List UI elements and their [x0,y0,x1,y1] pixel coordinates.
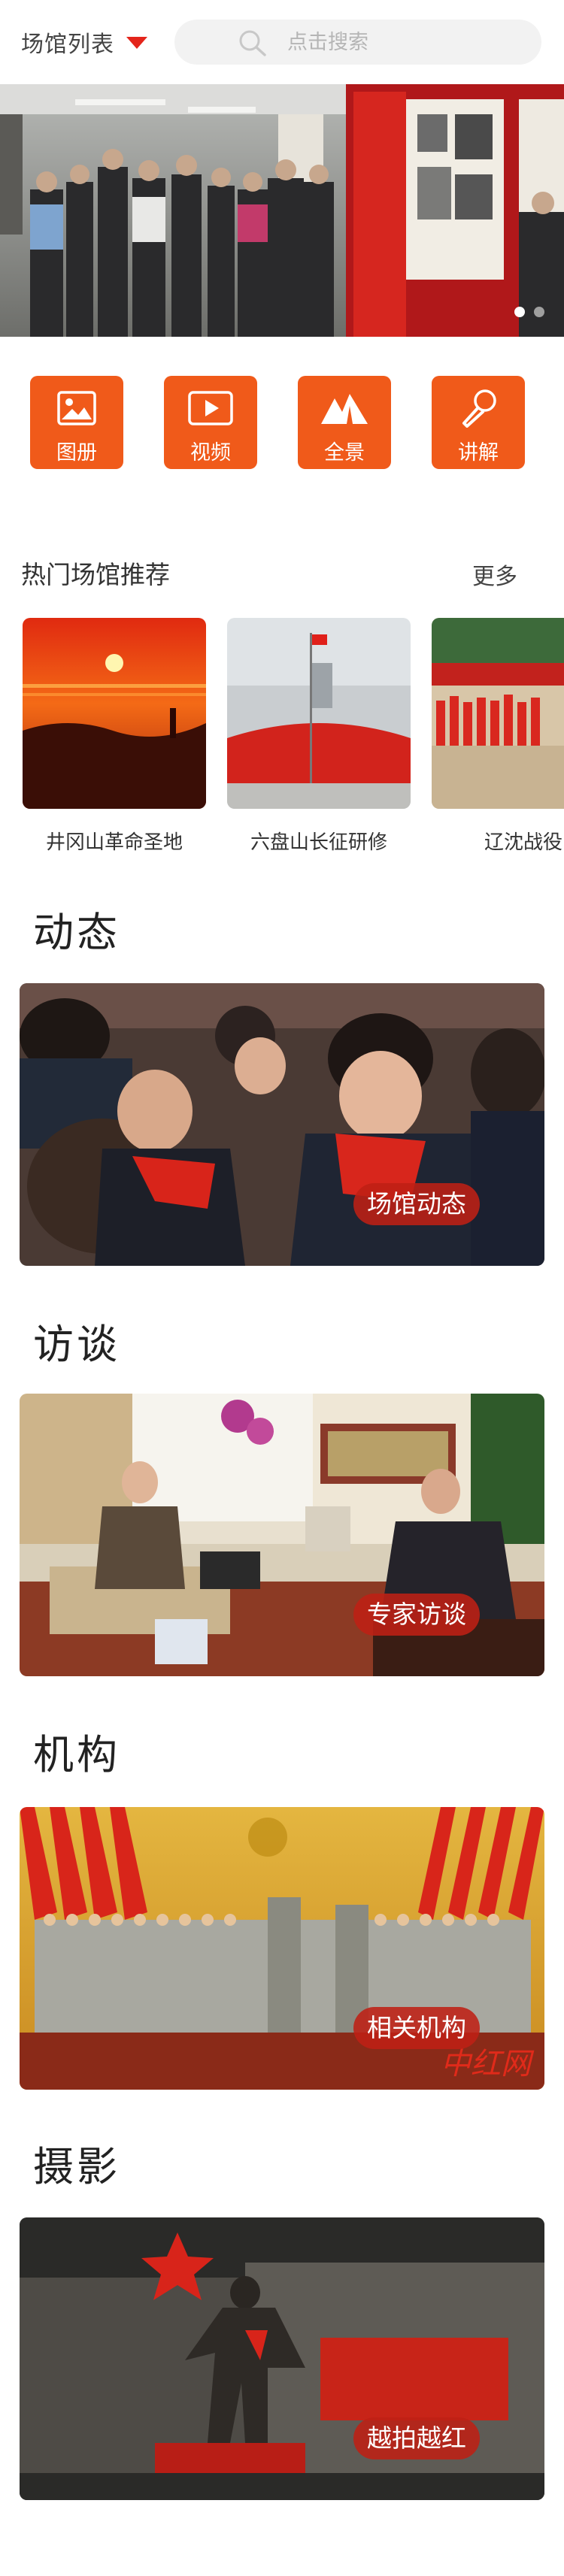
photo-icon [57,391,96,425]
venue-name: 辽沈战役 [484,831,562,853]
mountain-panorama-icon [321,394,368,424]
venue-name: 井冈山革命圣地 [45,831,183,853]
banner-carousel[interactable] [0,84,564,337]
carousel-dot[interactable] [514,307,525,317]
banner-image [0,84,564,337]
institutions-card[interactable]: 中红网 相关机构 [20,1807,544,2090]
caret-down-icon [126,37,147,49]
venue-card[interactable]: 六盘山长征研修 [227,618,411,853]
venue-card[interactable]: 井冈山革命圣地 [23,618,206,853]
quicknav-label: 讲解 [458,441,499,464]
carousel-indicator [514,307,544,317]
photography-tag: 越拍越红 [353,2417,480,2459]
hot-venues-carousel[interactable]: 井冈山革命圣地 六盘山长征研修 辽沈战役 [0,618,564,858]
venue-list-label: 场馆列表 [21,32,114,57]
microphone-icon [462,389,496,428]
category-title-news: 动态 [33,910,120,955]
quicknav-guide-button[interactable]: 讲解 [432,376,525,469]
institutions-tag: 相关机构 [353,2007,480,2049]
quicknav-video-button[interactable]: 视频 [164,376,257,469]
quicknav-label: 视频 [190,441,231,464]
news-tag: 场馆动态 [353,1183,480,1225]
venue-list-dropdown[interactable]: 场馆列表 [21,26,147,59]
carousel-dot[interactable] [534,307,544,317]
venue-name: 六盘山长征研修 [250,831,387,853]
category-title-photography: 摄影 [33,2145,120,2190]
category-title-interview: 访谈 [33,1322,120,1367]
top-bar: 场馆列表 [0,0,564,84]
quick-nav: 图册 视频 全景 讲解 [0,376,564,474]
quicknav-panorama-button[interactable]: 全景 [298,376,391,469]
search-input[interactable] [287,20,513,65]
photography-card[interactable]: 越拍越红 [20,2217,544,2500]
interview-card[interactable]: 专家访谈 [20,1394,544,1676]
more-link[interactable]: 更多 [472,558,517,591]
search-icon [239,30,266,56]
interview-tag: 专家访谈 [353,1594,480,1636]
section-title: 热门场馆推荐 [21,561,170,589]
hot-venues-header: 热门场馆推荐 更多 [21,552,543,589]
venue-card[interactable]: 辽沈战役 [432,618,564,853]
venue-thumbnail [227,618,411,809]
search-bar[interactable] [174,20,541,65]
category-title-institutions: 机构 [33,1733,120,1778]
venue-thumbnail [23,618,206,809]
quicknav-label: 全景 [324,441,365,464]
quicknav-label: 图册 [56,441,97,464]
quicknav-album-button[interactable]: 图册 [30,376,123,469]
news-card[interactable]: 场馆动态 [20,983,544,1266]
venue-thumbnail [432,618,564,809]
video-play-icon [188,391,233,425]
svg-text:中红网: 中红网 [441,2047,535,2081]
